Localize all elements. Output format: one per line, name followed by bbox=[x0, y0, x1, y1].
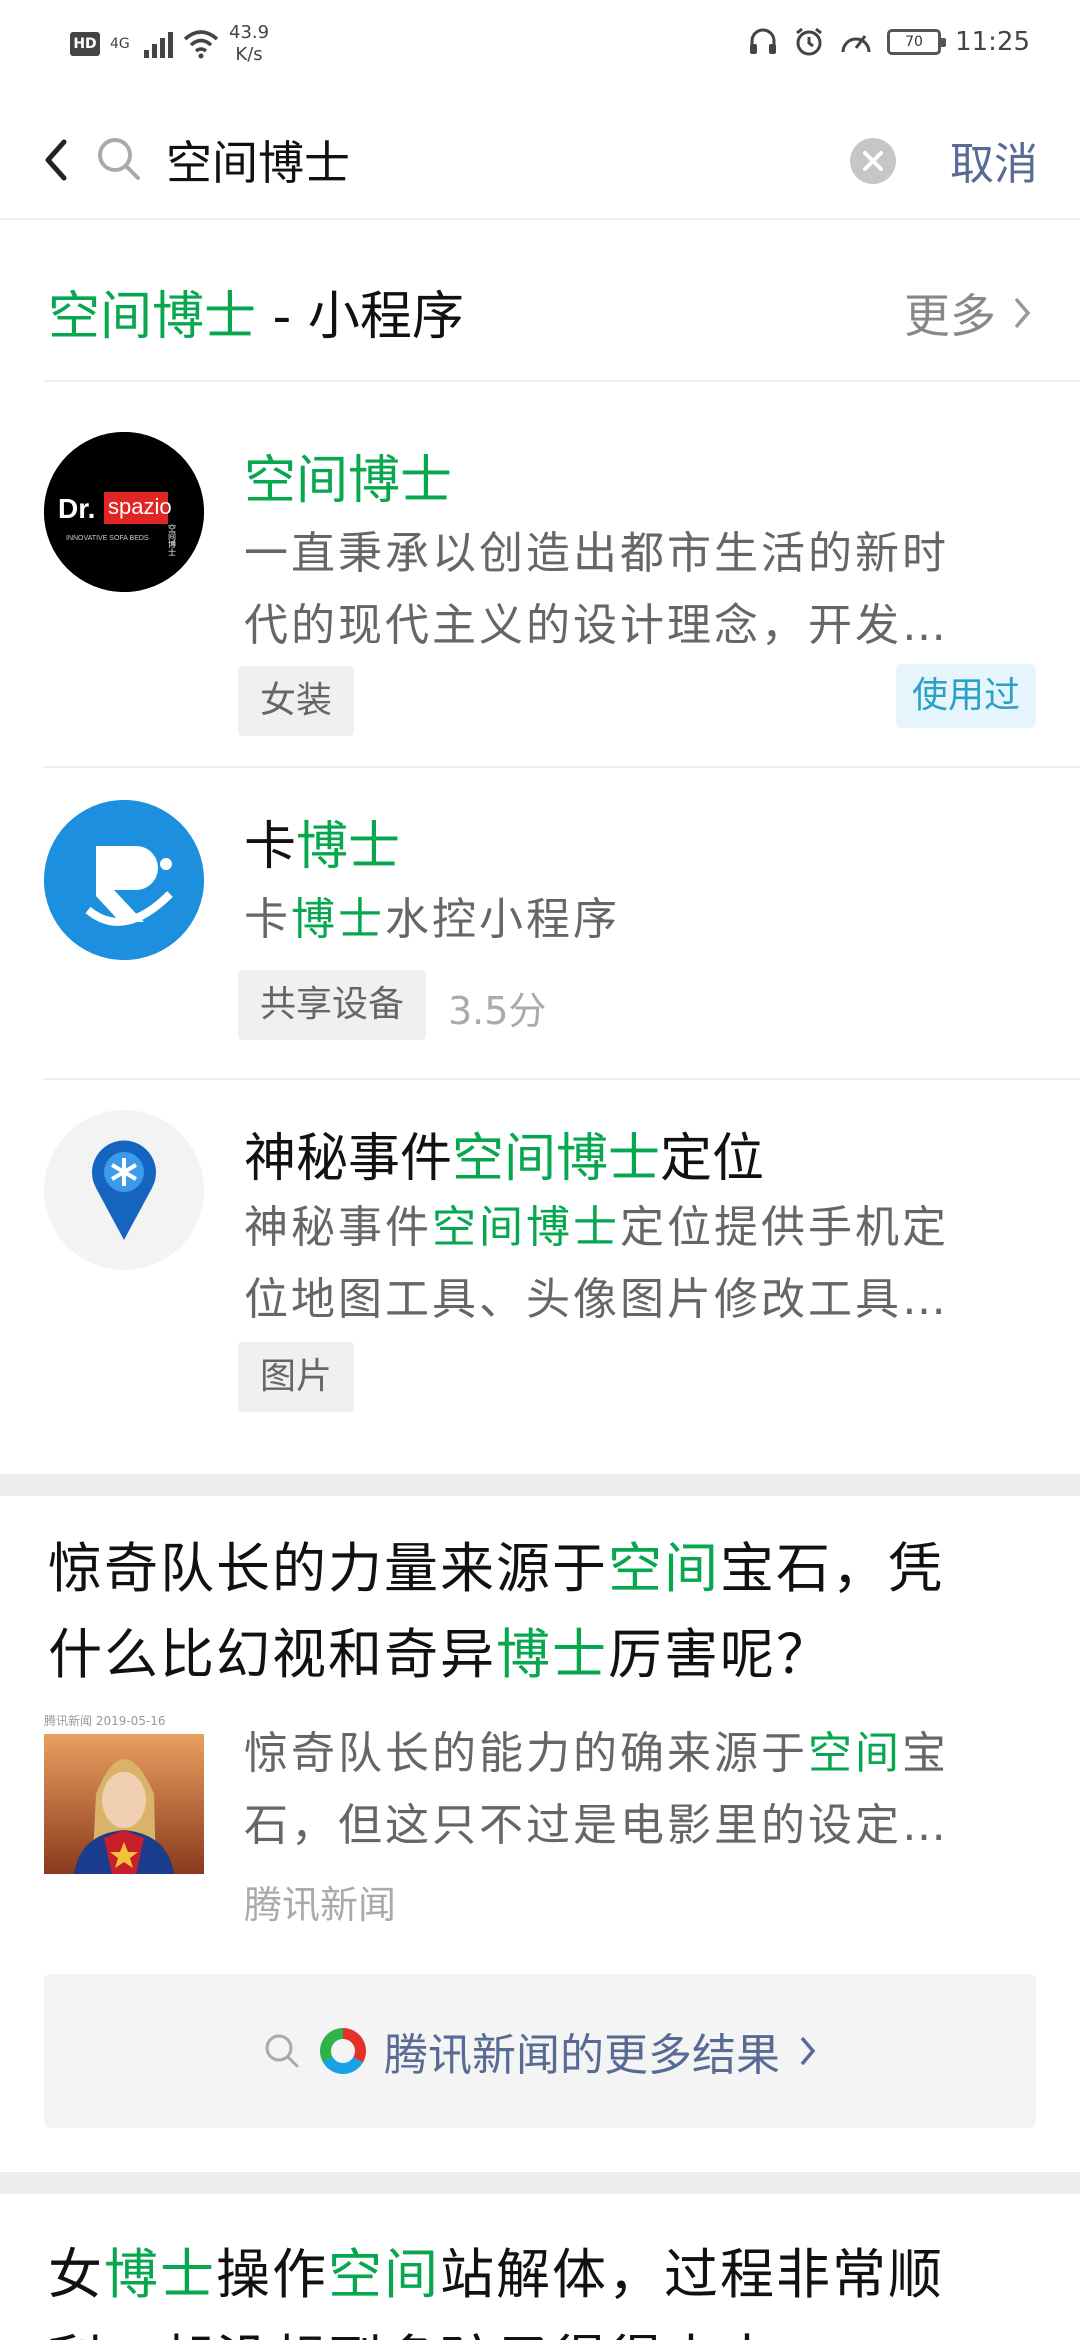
battery-icon: 70 bbox=[887, 29, 947, 55]
search-icon bbox=[98, 138, 140, 180]
svg-text:Dr.: Dr. bbox=[58, 493, 95, 524]
article-result[interactable]: 惊奇队长的力量来源于空间宝石，凭 什么比幻视和奇异博士厉害呢？ 腾讯新闻 201… bbox=[0, 1496, 1080, 2172]
signal-icon bbox=[144, 30, 173, 58]
svg-text:INNOVATIVE SOFA BEDS: INNOVATIVE SOFA BEDS bbox=[66, 535, 149, 542]
article-desc: 惊奇队长的能力的确来源于空间宝 石，但这只不过是电影里的设定… bbox=[244, 1728, 949, 1851]
mini-program-title: 空间博士 bbox=[244, 451, 453, 511]
category-tag: 共享设备 bbox=[238, 970, 427, 1040]
status-left: HD 4G 43.9 K/s bbox=[70, 22, 269, 66]
ka-boshi-logo bbox=[44, 800, 204, 960]
article-title: 女博士操作空间站解体，过程非常顺 利，却没想到多孩子得得来去 bbox=[48, 2243, 944, 2340]
more-link[interactable]: 更多 bbox=[904, 280, 1032, 346]
hd-icon: HD bbox=[70, 32, 100, 56]
category-tag: 女装 bbox=[238, 666, 355, 736]
avatar-location-pin bbox=[44, 1110, 204, 1270]
mini-program-item[interactable]: Dr. spazio 空间博士 INNOVATIVE SOFA BEDS 空间博… bbox=[0, 382, 1080, 768]
article-source: 腾讯新闻 bbox=[244, 1883, 397, 1927]
more-results-label: 腾讯新闻的更多结果 bbox=[384, 2030, 780, 2081]
section-title-rest: - 小程序 bbox=[256, 287, 464, 347]
thumbnail-caption: 腾讯新闻 2019-05-16 bbox=[44, 1714, 166, 1728]
headset-icon bbox=[750, 28, 777, 54]
more-label: 更多 bbox=[904, 289, 996, 343]
speed-value: 43.9 bbox=[229, 22, 270, 43]
speed-unit: K/s bbox=[235, 44, 263, 65]
section-title: 空间博士 - 小程序 bbox=[48, 274, 464, 349]
mini-program-desc: 神秘事件空间博士定位提供手机定 位地图工具、头像图片修改工具… bbox=[244, 1202, 949, 1325]
svg-text:spazio: spazio bbox=[108, 494, 172, 519]
search-input[interactable] bbox=[166, 124, 806, 196]
dr-spazio-logo: Dr. spazio 空间博士 INNOVATIVE SOFA BEDS bbox=[44, 432, 204, 592]
section-gap bbox=[0, 2172, 1080, 2194]
back-arrow-icon[interactable] bbox=[36, 130, 76, 190]
mini-program-item[interactable]: 卡博士 卡博士水控小程序 共享设备 3.5分 bbox=[0, 768, 1080, 1080]
rating-score: 3.5分 bbox=[448, 989, 547, 1033]
captain-marvel-image bbox=[44, 1734, 204, 1874]
status-time: 11:25 bbox=[955, 27, 1030, 57]
used-badge: 使用过 bbox=[895, 664, 1036, 728]
category-tag: 图片 bbox=[238, 1342, 355, 1412]
tencent-news-icon bbox=[320, 2028, 366, 2074]
mini-program-item[interactable]: 神秘事件空间博士定位 神秘事件空间博士定位提供手机定 位地图工具、头像图片修改工… bbox=[0, 1080, 1080, 1472]
mini-program-section: 空间博士 - 小程序 更多 Dr. spazio 空间博士 INNOVATIVE… bbox=[0, 222, 1080, 1472]
cancel-button[interactable]: 取消 bbox=[950, 128, 1038, 192]
svg-text:空间博士: 空间博士 bbox=[168, 523, 177, 556]
status-right: 70 11:25 bbox=[747, 26, 1030, 58]
gauge-icon bbox=[841, 35, 871, 53]
article-title: 惊奇队长的力量来源于空间宝石，凭 什么比幻视和奇异博士厉害呢？ bbox=[48, 1537, 944, 1686]
wifi-icon bbox=[183, 30, 219, 59]
section-gap bbox=[0, 1474, 1080, 1496]
avatar-dr-spazio: Dr. spazio 空间博士 INNOVATIVE SOFA BEDS bbox=[44, 432, 204, 592]
search-header: 取消 bbox=[0, 100, 1080, 220]
mini-program-title: 卡博士 bbox=[244, 817, 401, 877]
chevron-right-icon bbox=[1014, 297, 1031, 329]
alarm-icon bbox=[796, 27, 822, 56]
avatar-ka-boshi bbox=[44, 800, 204, 960]
mini-program-desc: 卡博士水控小程序 bbox=[244, 894, 620, 945]
more-results-button[interactable]: 腾讯新闻的更多结果 bbox=[44, 1974, 1036, 2128]
status-bar: HD 4G 43.9 K/s 70 11:25 bbox=[0, 0, 1080, 90]
map-pin-icon bbox=[44, 1110, 204, 1270]
network-type: 4G bbox=[110, 36, 130, 52]
search-icon bbox=[265, 2034, 299, 2068]
mini-program-title: 神秘事件空间博士定位 bbox=[244, 1129, 765, 1189]
clear-icon[interactable] bbox=[850, 138, 896, 184]
article-thumbnail bbox=[44, 1734, 204, 1874]
section-title-highlight: 空间博士 bbox=[48, 287, 257, 347]
mini-program-desc: 一直秉承以创造出都市生活的新时 代的现代主义的设计理念，开发… bbox=[244, 528, 949, 651]
network-speed: 43.9 K/s bbox=[229, 22, 269, 66]
article-result[interactable]: 女博士操作空间站解体，过程非常顺 利，却没想到多孩子得得来去 bbox=[0, 2194, 1080, 2340]
chevron-right-icon bbox=[800, 2036, 816, 2066]
